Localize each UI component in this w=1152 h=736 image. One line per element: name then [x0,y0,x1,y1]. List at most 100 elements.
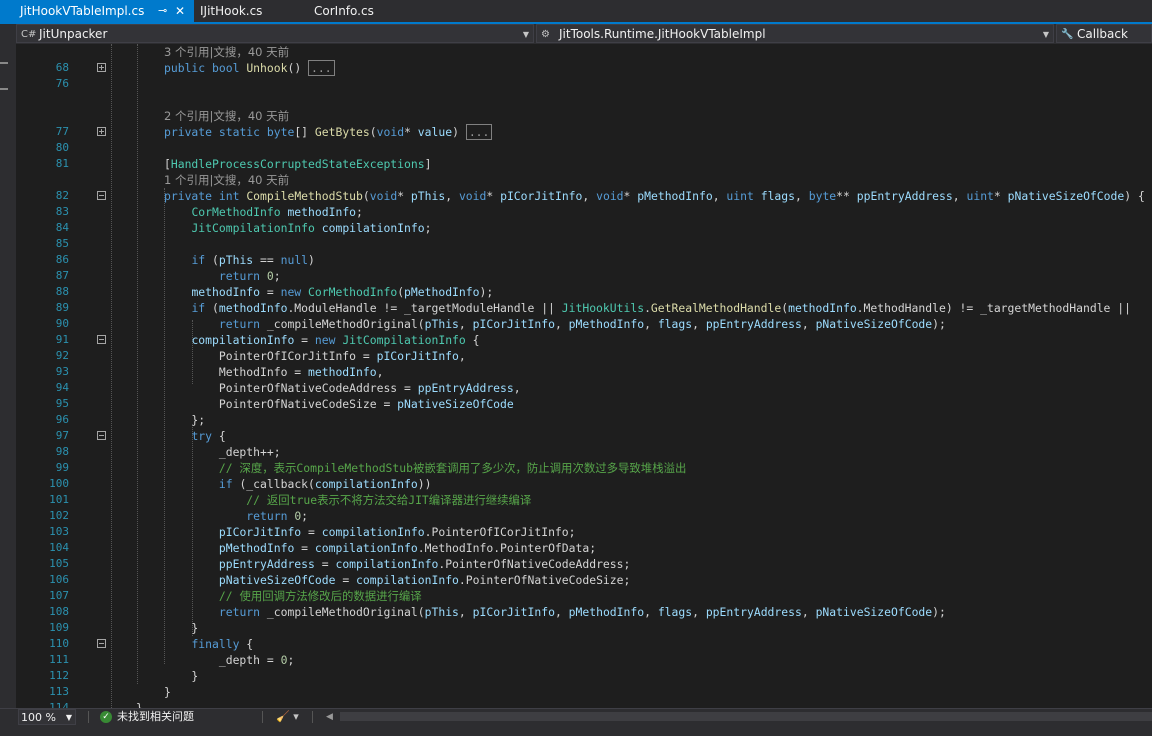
code-text: // 深度，表示CompileMethodStub被嵌套调用了多少次，防止调用次… [218,461,687,475]
chevron-down-icon: ▼ [522,30,529,39]
horizontal-scrollbar[interactable] [340,712,1152,721]
code-line[interactable]: 100 if (_callback(compilationInfo)) [16,476,1152,492]
code-line[interactable]: 92 PointerOfICorJitInfo = pICorJitInfo, [16,348,1152,364]
code-line[interactable]: 109 } [16,620,1152,636]
code-line[interactable]: 68 public bool Unhook() ... [16,60,1152,76]
code-line[interactable]: 81 [HandleProcessCorruptedStateExceptions… [16,156,1152,172]
line-number: 80 [55,141,69,154]
code-line[interactable]: 90 return _compileMethodOriginal(pThis, … [16,316,1152,332]
tab-corinfo[interactable]: CorInfo.cs [310,0,420,22]
code-text: pICorJitInfo = compilationInfo.PointerOf… [218,525,576,539]
code-line[interactable]: 98 _depth++; [16,444,1152,460]
code-line[interactable]: 88 methodInfo = new CorMethodInfo(pMetho… [16,284,1152,300]
line-number: 89 [55,301,69,314]
codelens-references[interactable]: 3 个引用|文搜，40 天前 [164,44,289,60]
code-text: _depth++; [164,445,281,459]
code-text: public bool Unhook() ... [164,60,335,76]
issues-status[interactable]: 未找到相关问题 [117,709,194,725]
line-number: 101 [49,493,69,506]
zoom-level: 100 % [21,711,56,724]
code-line[interactable]: 86 if (pThis == null) [16,252,1152,268]
close-icon[interactable]: ✕ [175,0,185,22]
code-line[interactable]: 101 // 返回true表示不将方法交给JIT编译器进行继续编译 [16,492,1152,508]
code-line[interactable]: 87 return 0; [16,268,1152,284]
member-dropdown[interactable]: 🔧 Callback [1056,24,1152,43]
code-line[interactable] [16,92,1152,108]
codelens-references[interactable]: 1 个引用|文搜，40 天前 [164,172,289,188]
code-text: JitCompilationInfo compilationInfo; [191,221,432,235]
expand-icon[interactable] [97,63,106,72]
code-line[interactable]: 3 个引用|文搜，40 天前 [16,44,1152,60]
code-text: [HandleProcessCorruptedStateExceptions] [164,157,432,171]
line-number: 92 [55,349,69,362]
csharp-project-icon: C# [21,29,37,40]
code-cleanup-icon[interactable]: 🧹 ▾ [276,709,299,725]
code-text: pNativeSizeOfCode = compilationInfo.Poin… [218,573,631,587]
line-number: 100 [49,477,69,490]
tab-jithookvtableimpl[interactable]: JitHookVTableImpl.cs ⊸ ✕ [0,0,194,22]
code-line[interactable]: 111 _depth = 0; [16,652,1152,668]
code-text: finally { [191,637,254,651]
collapse-icon[interactable] [97,191,106,200]
code-line[interactable]: 108 return _compileMethodOriginal(pThis,… [16,604,1152,620]
code-text: return _compileMethodOriginal(pThis, pIC… [218,317,946,331]
code-text: CorMethodInfo methodInfo; [191,205,363,219]
collapse-icon[interactable] [97,335,106,344]
line-number: 110 [49,637,69,650]
tab-ijithook[interactable]: IJitHook.cs [196,0,306,22]
code-line[interactable]: 104 pMethodInfo = compilationInfo.Method… [16,540,1152,556]
expand-icon[interactable] [97,127,106,136]
code-line[interactable]: 85 [16,236,1152,252]
code-text: _depth = 0; [164,653,295,667]
pin-icon[interactable]: ⊸ [158,0,167,22]
code-text: PointerOfICorJitInfo = pICorJitInfo, [164,349,466,363]
code-line[interactable]: 94 PointerOfNativeCodeAddress = ppEntryA… [16,380,1152,396]
code-line[interactable]: 93 MethodInfo = methodInfo, [16,364,1152,380]
code-line[interactable]: 110 finally { [16,636,1152,652]
code-text: pMethodInfo = compilationInfo.MethodInfo… [218,541,597,555]
code-line[interactable]: 1 个引用|文搜，40 天前 [16,172,1152,188]
code-line[interactable]: 80 [16,140,1152,156]
code-line[interactable]: 82 private int CompileMethodStub(void* pT… [16,188,1152,204]
divider [88,711,89,723]
collapse-icon[interactable] [97,639,106,648]
check-circle-icon: ✓ [100,711,112,723]
code-text: if (pThis == null) [191,253,315,267]
code-line[interactable]: 91 compilationInfo = new JitCompilationI… [16,332,1152,348]
line-number: 94 [55,381,69,394]
code-line[interactable]: 99 // 深度，表示CompileMethodStub被嵌套调用了多少次，防止… [16,460,1152,476]
line-number: 90 [55,317,69,330]
code-line[interactable]: 97 try { [16,428,1152,444]
line-number: 81 [55,157,69,170]
code-line[interactable]: 84 JitCompilationInfo compilationInfo; [16,220,1152,236]
line-number: 93 [55,365,69,378]
collapse-icon[interactable] [97,431,106,440]
code-line[interactable]: 76 [16,76,1152,92]
codelens-references[interactable]: 2 个引用|文搜，40 天前 [164,108,289,124]
code-text: }; [164,413,206,427]
code-line[interactable]: 95 PointerOfNativeCodeSize = pNativeSize… [16,396,1152,412]
code-line[interactable]: 103 pICorJitInfo = compilationInfo.Point… [16,524,1152,540]
code-line[interactable]: 106 pNativeSizeOfCode = compilationInfo.… [16,572,1152,588]
code-line[interactable]: 89 if (methodInfo.ModuleHandle != _targe… [16,300,1152,316]
code-line[interactable]: 102 return 0; [16,508,1152,524]
line-number: 113 [49,685,69,698]
zoom-dropdown[interactable]: 100 % ▼ [18,709,76,725]
code-line[interactable]: 96 }; [16,412,1152,428]
code-line[interactable]: 112 } [16,668,1152,684]
line-number: 86 [55,253,69,266]
code-line[interactable]: 105 ppEntryAddress = compilationInfo.Poi… [16,556,1152,572]
scroll-left-icon[interactable]: ◀ [326,709,333,725]
type-dropdown[interactable]: ⚙ JitTools.Runtime.JitHookVTableImpl ▼ [536,24,1054,43]
code-line[interactable]: 113} [16,684,1152,700]
code-editor[interactable]: 3 个引用|文搜，40 天前 68 public bool Unhook() ...… [16,44,1152,708]
chevron-down-icon: ▼ [1042,30,1049,39]
code-line[interactable]: 83 CorMethodInfo methodInfo; [16,204,1152,220]
code-line[interactable]: 107 // 使用回调方法修改后的数据进行编译 [16,588,1152,604]
project-dropdown[interactable]: C# JitUnpacker ▼ [16,24,534,43]
line-number: 84 [55,221,69,234]
code-line[interactable]: 2 个引用|文搜，40 天前 [16,108,1152,124]
line-number: 87 [55,269,69,282]
code-line[interactable]: 77 private static byte[] GetBytes(void* v… [16,124,1152,140]
code-line[interactable]: 114} [16,700,1152,708]
